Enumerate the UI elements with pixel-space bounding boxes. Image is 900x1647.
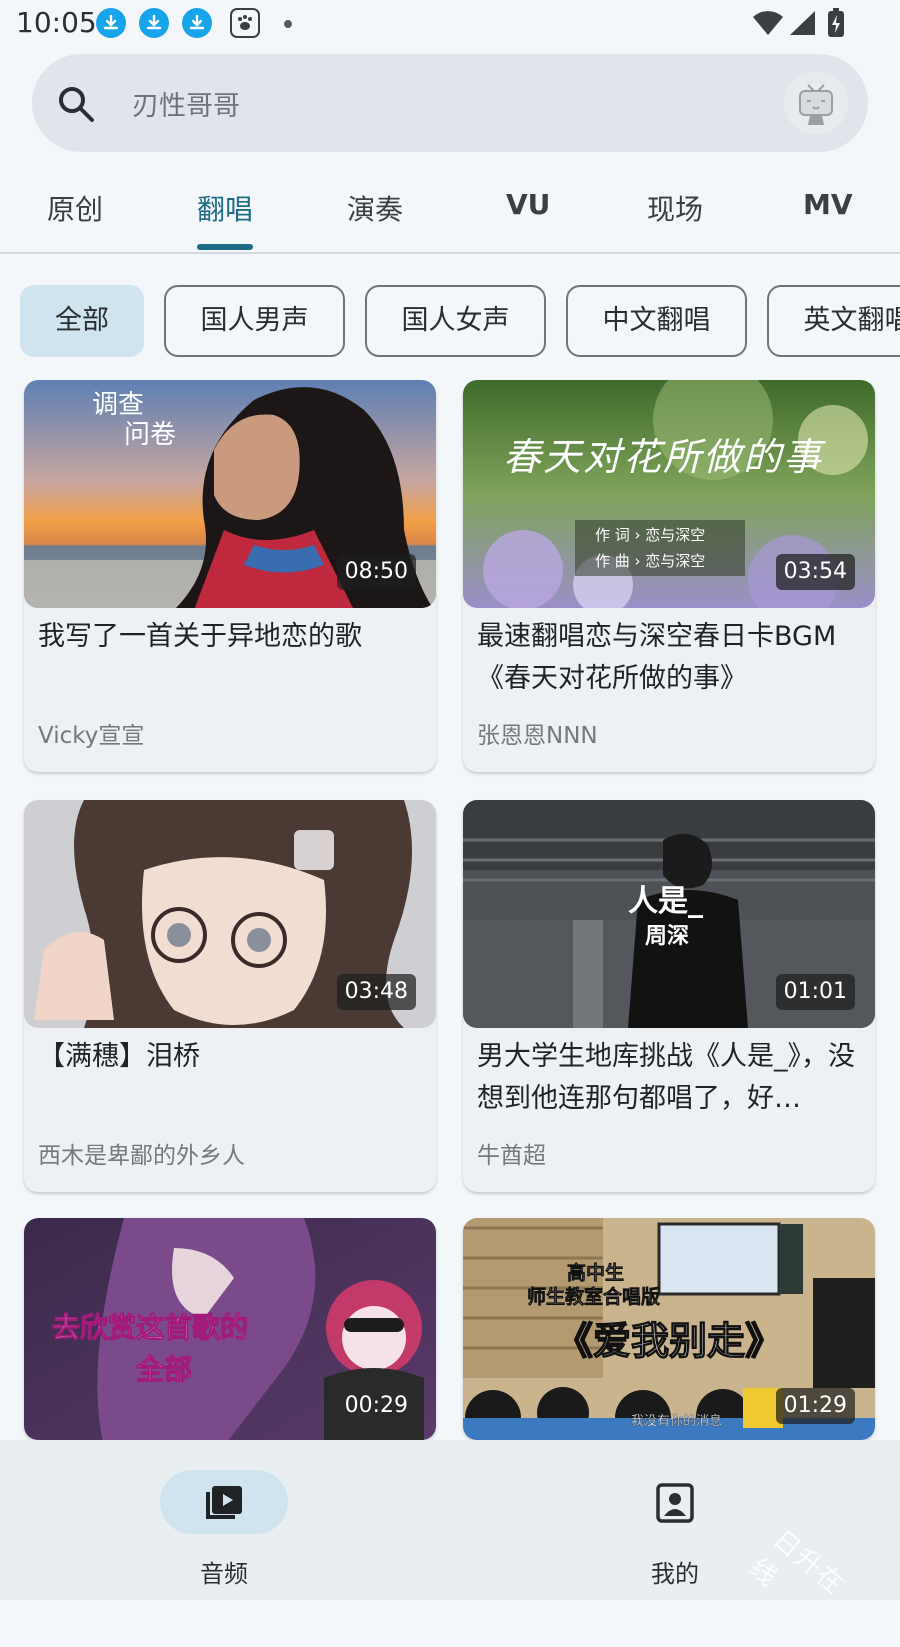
thumbnail-caption: 《爱我别走》 [554,1318,784,1363]
category-tabs: 原创 翻唱 演奏 VU 现场 MV [0,160,900,254]
tv-mascot-icon [799,84,833,125]
search-input[interactable]: 刃性哥哥 [132,84,240,123]
audio-library-icon [206,1486,242,1519]
chip-female-vocal[interactable]: 国人女声 [365,285,546,357]
wifi-icon [753,11,783,35]
nav-profile-label: 我的 [651,1560,699,1588]
duration-badge: 08:50 [336,554,416,590]
duration-badge: 03:54 [775,554,855,590]
nav-profile[interactable]: 我的 [609,1470,739,1588]
thumbnail-caption: 高中生 [567,1262,625,1285]
duration-badge: 03:48 [336,974,416,1010]
video-author: 牛酋超 [477,1143,546,1169]
video-title: 我写了一首关于异地恋的歌 [38,621,362,652]
video-card[interactable]: 高中生 师生教室合唱版 《爱我别走》 我没有你的消息 01:29 [463,1218,875,1440]
thumbnail-caption: 人是_ [628,884,703,919]
video-thumbnail[interactable]: 调查 问卷 08:50 [24,380,436,608]
video-card[interactable]: 人是_ 周深 01:01 男大学生地库挑战《人是_》，没想到他连那句都唱了，好…… [463,800,875,1192]
video-card[interactable]: 去欣赏这首歌的 全部 00:29 [24,1218,436,1440]
video-thumbnail[interactable]: 人是_ 周深 01:01 [463,800,875,1028]
thumbnail-caption: 作 词 › 恋与深空 [595,526,706,544]
video-thumbnail[interactable]: 春天对花所做的事 作 词 › 恋与深空 作 曲 › 恋与深空 03:54 [463,380,875,608]
duration-badge: 01:29 [775,1388,855,1424]
nav-audio-label: 音频 [200,1560,248,1588]
thumbnail-caption: 作 曲 › 恋与深空 [595,552,706,570]
video-author: 张恩恩NNN [477,723,598,749]
thumbnail-caption: 问卷 [124,420,177,450]
duration-badge: 01:01 [775,974,855,1010]
nav-audio[interactable]: 音频 [158,1470,288,1588]
download-icon [139,8,169,38]
chip-chinese-cover[interactable]: 中文翻唱 [566,285,747,357]
thumbnail-caption: 全部 [135,1353,193,1387]
video-thumbnail[interactable]: 03:48 [24,800,436,1028]
battery-charging-icon [828,8,844,37]
tab-mv[interactable]: MV [803,188,853,221]
tab-vu[interactable]: VU [506,188,550,221]
filter-chips: 全部 国人男声 国人女声 中文翻唱 英文翻唱 [0,285,900,361]
thumbnail-caption: 师生教室合唱版 [527,1286,661,1309]
video-author: 西木是卑鄙的外乡人 [38,1143,245,1169]
video-thumbnail[interactable]: 去欣赏这首歌的 全部 00:29 [24,1218,436,1440]
thumbnail-caption: 周深 [645,924,690,949]
video-title: 【满穗】泪桥 [38,1041,200,1072]
duration-badge: 00:29 [344,1393,408,1418]
video-card[interactable]: 调查 问卷 08:50 我写了一首关于异地恋的歌 Vicky宣宣 [24,380,436,772]
video-card[interactable]: 03:48 【满穗】泪桥 西木是卑鄙的外乡人 [24,800,436,1192]
thumbnail-caption: 春天对花所做的事 [503,435,824,479]
signal-icon [790,11,815,35]
search-bar[interactable]: 刃性哥哥 [32,54,868,152]
video-author: Vicky宣宣 [38,723,145,749]
video-title: 最速翻唱恋与深空春日卡BGM《春天对花所做的事》 [477,621,837,694]
avatar[interactable] [784,71,848,135]
video-title: 男大学生地库挑战《人是_》，没想到他连那句都唱了，好… [477,1041,855,1114]
paw-icon [230,8,260,38]
tab-original[interactable]: 原创 [47,188,103,228]
profile-icon [656,1483,694,1523]
download-icon [182,8,212,38]
chip-all[interactable]: 全部 [20,285,144,357]
tab-cover[interactable]: 翻唱 [197,188,253,228]
notification-dot-icon [284,20,292,28]
download-icon [96,8,126,38]
tab-performance[interactable]: 演奏 [347,188,403,228]
chip-english-cover[interactable]: 英文翻唱 [767,285,900,357]
thumbnail-caption: 我没有你的消息 [631,1414,723,1429]
search-icon[interactable] [56,84,96,124]
video-card[interactable]: 春天对花所做的事 作 词 › 恋与深空 作 曲 › 恋与深空 03:54 最速翻… [463,380,875,772]
thumbnail-caption: 去欣赏这首歌的 [51,1311,249,1345]
video-thumbnail[interactable]: 高中生 师生教室合唱版 《爱我别走》 我没有你的消息 01:29 [463,1218,875,1440]
status-bar: 10:05 [0,0,900,48]
chip-male-vocal[interactable]: 国人男声 [164,285,345,357]
tab-live[interactable]: 现场 [647,188,703,228]
tab-indicator [197,244,253,250]
status-time: 10:05 [16,6,97,39]
